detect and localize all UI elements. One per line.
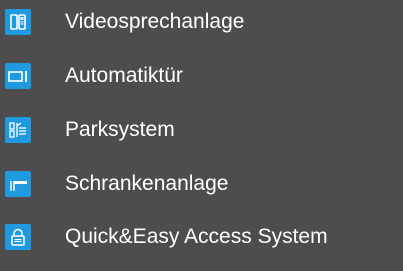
menu-item-label: Schrankenanlage [65, 172, 229, 195]
menu-item-automatiktuer[interactable]: Automatiktür [0, 54, 403, 98]
video-intercom-icon [5, 9, 31, 35]
barrier-gate-icon [5, 171, 31, 197]
product-menu: Videosprechanlage Automatiktür Parksyste… [0, 0, 403, 271]
menu-item-schrankenanlage[interactable]: Schrankenanlage [0, 162, 403, 206]
menu-item-label: Parksystem [65, 118, 175, 141]
parking-system-icon [5, 117, 31, 143]
menu-item-videosprechanlage[interactable]: Videosprechanlage [0, 0, 403, 44]
menu-item-label: Automatiktür [65, 64, 183, 87]
menu-item-label: Videosprechanlage [65, 10, 245, 33]
menu-item-label: Quick&Easy Access System [65, 225, 328, 248]
menu-item-parksystem[interactable]: Parksystem [0, 108, 403, 152]
menu-item-quick-easy-access-system[interactable]: Quick&Easy Access System [0, 215, 403, 259]
automatic-door-icon [5, 63, 31, 89]
lock-icon [5, 224, 31, 250]
